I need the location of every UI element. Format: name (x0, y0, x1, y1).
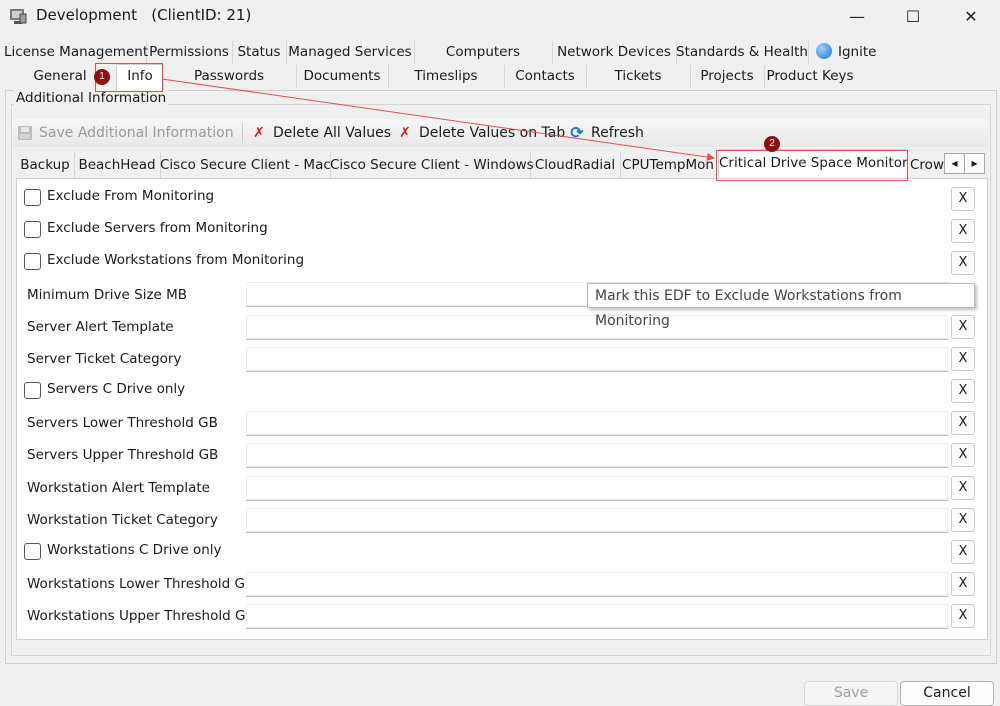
tab-computers[interactable]: Computers (414, 41, 553, 64)
clear-button[interactable]: X (951, 379, 975, 403)
minimize-button[interactable]: — (834, 0, 880, 32)
tab-license-management[interactable]: License Management (4, 41, 148, 64)
refresh-button[interactable]: ⟳ Refresh (568, 123, 644, 143)
tab-timeslips[interactable]: Timeslips (388, 65, 505, 88)
clear-button[interactable]: X (951, 219, 975, 243)
save-additional-info-button[interactable]: Save Additional Information (16, 123, 234, 143)
workstation-alert-template-input[interactable] (246, 476, 948, 501)
servers-upper-threshold-label: Servers Upper Threshold GB (27, 447, 219, 463)
toolbar-separator (242, 123, 243, 143)
servers-c-drive-only-label: Servers C Drive only (47, 381, 186, 397)
exclude-servers-label: Exclude Servers from Monitoring (47, 220, 268, 236)
scroll-left-button[interactable]: ◂ (944, 153, 965, 174)
delete-icon: ✗ (253, 125, 265, 141)
workstation-ticket-category-label: Workstation Ticket Category (27, 512, 218, 528)
clear-button[interactable]: X (951, 187, 975, 211)
servers-upper-threshold-input[interactable] (246, 443, 948, 468)
workstations-lower-threshold-input[interactable] (246, 572, 948, 597)
tab-network-devices[interactable]: Network Devices (552, 41, 677, 64)
app-icon (8, 6, 28, 26)
server-ticket-category-label: Server Ticket Category (27, 351, 182, 367)
clear-button[interactable]: X (951, 476, 975, 500)
subtab-crow[interactable]: Crow (906, 152, 944, 178)
maximize-button[interactable]: ☐ (890, 0, 936, 32)
cancel-button[interactable]: Cancel (900, 681, 994, 706)
workstation-alert-template-label: Workstation Alert Template (27, 480, 210, 496)
toolbar: Save Additional Information ✗ Delete All … (12, 119, 988, 147)
close-window-button[interactable]: ✕ (948, 0, 994, 32)
tab-ignite[interactable]: Ignite (808, 41, 886, 64)
window-title: Development (ClientID: 21) (36, 6, 252, 24)
servers-c-drive-only-checkbox[interactable] (24, 382, 41, 399)
minimum-drive-size-label: Minimum Drive Size MB (27, 287, 188, 303)
refresh-label: Refresh (591, 125, 644, 141)
workstations-lower-threshold-label: Workstations Lower Threshold GB (27, 576, 255, 592)
server-alert-template-label: Server Alert Template (27, 319, 174, 335)
exclude-from-monitoring-label: Exclude From Monitoring (47, 188, 215, 204)
workstations-upper-threshold-input[interactable] (246, 604, 948, 629)
tab-ignite-label: Ignite (838, 44, 877, 60)
workstations-c-drive-only-checkbox[interactable] (24, 543, 41, 560)
clear-button[interactable]: X (951, 251, 975, 275)
servers-lower-threshold-label: Servers Lower Threshold GB (27, 415, 218, 431)
save-additional-info-label: Save Additional Information (39, 125, 234, 141)
content-area (16, 178, 988, 640)
delete-all-values-button[interactable]: ✗ Delete All Values (250, 123, 391, 143)
tab-managed-services[interactable]: Managed Services (286, 41, 415, 64)
tab-documents[interactable]: Documents (296, 65, 389, 88)
refresh-icon: ⟳ (570, 123, 584, 142)
subtab-cputempmon[interactable]: CPUTempMon (620, 152, 717, 178)
scroll-right-button[interactable]: ▸ (964, 153, 985, 174)
annotation-badge-2: 2 (764, 136, 780, 152)
delete-values-on-tab-label: Delete Values on Tab (419, 125, 566, 141)
workstation-ticket-category-input[interactable] (246, 508, 948, 533)
tab-tickets[interactable]: Tickets (586, 65, 691, 88)
tab-contacts[interactable]: Contacts (504, 65, 587, 88)
clear-button[interactable]: X (951, 347, 975, 371)
exclude-servers-checkbox[interactable] (24, 221, 41, 238)
annotation-highlight-subtab (716, 150, 908, 181)
group-label: Additional Information (14, 90, 169, 106)
clear-button[interactable]: X (951, 508, 975, 532)
workstations-c-drive-only-label: Workstations C Drive only (47, 542, 222, 558)
exclude-workstations-label: Exclude Workstations from Monitoring (47, 252, 305, 268)
tab-standards-health[interactable]: Standards & Health (676, 41, 809, 64)
clear-button[interactable]: X (951, 411, 975, 435)
tooltip: Mark this EDF to Exclude Workstations fr… (587, 283, 975, 329)
clear-button[interactable]: X (951, 604, 975, 628)
globe-icon (816, 43, 832, 59)
server-ticket-category-input[interactable] (246, 347, 948, 372)
tab-projects[interactable]: Projects (690, 65, 765, 88)
workstations-upper-threshold-label: Workstations Upper Threshold GB (27, 608, 255, 624)
save-button[interactable]: Save (804, 681, 898, 706)
subtab-cisco-mac[interactable]: Cisco Secure Client - Mac (160, 152, 331, 178)
delete-tab-icon: ✗ (399, 125, 411, 141)
tab-status[interactable]: Status (232, 41, 287, 64)
servers-lower-threshold-input[interactable] (246, 411, 948, 436)
clear-button[interactable]: X (951, 540, 975, 564)
clear-button[interactable]: X (951, 315, 975, 339)
exclude-workstations-checkbox[interactable] (24, 253, 41, 270)
tab-permissions[interactable]: Permissions (146, 41, 233, 64)
clear-button[interactable]: X (951, 443, 975, 467)
subtab-backup[interactable]: Backup (16, 152, 75, 178)
delete-all-values-label: Delete All Values (273, 125, 391, 141)
exclude-from-monitoring-checkbox[interactable] (24, 189, 41, 206)
tab-passwords[interactable]: Passwords (162, 65, 297, 88)
delete-values-on-tab-button[interactable]: ✗ Delete Values on Tab (396, 123, 565, 143)
annotation-badge-1: 1 (94, 69, 110, 85)
save-icon (16, 124, 34, 142)
tab-product-keys[interactable]: Product Keys (764, 65, 856, 88)
subtab-cisco-windows[interactable]: Cisco Secure Client - Windows (330, 152, 534, 178)
subtab-beachhead[interactable]: BeachHead (74, 152, 161, 178)
clear-button[interactable]: X (951, 572, 975, 596)
subtab-cloudradial[interactable]: CloudRadial (530, 152, 621, 178)
